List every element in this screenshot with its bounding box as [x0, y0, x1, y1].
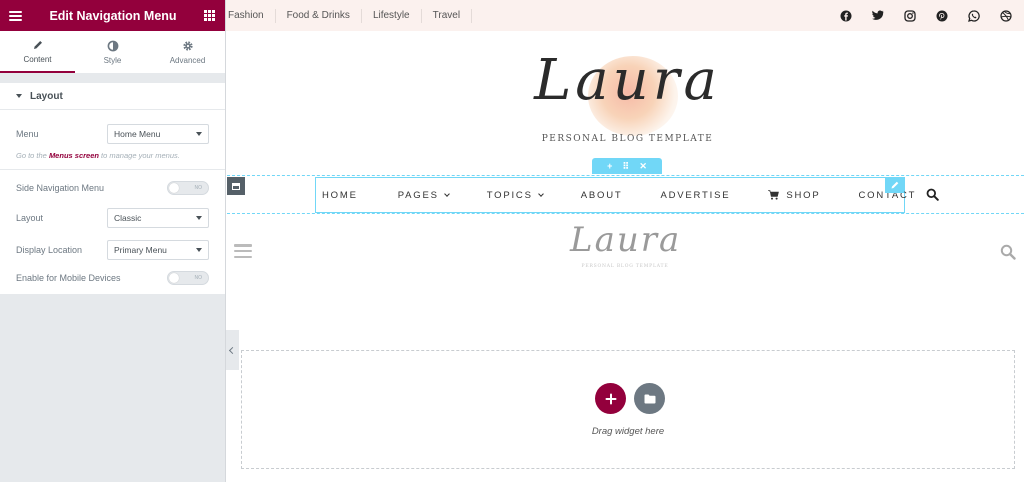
close-icon[interactable]: ✕ — [639, 161, 647, 172]
widget-controls: + ⠿ ✕ — [592, 158, 662, 174]
move-handle-icon[interactable]: ⠿ — [623, 161, 630, 172]
tab-content[interactable]: Content — [0, 31, 75, 73]
search-icon[interactable] — [926, 188, 940, 202]
tab-advanced-label: Advanced — [169, 56, 206, 65]
elementor-editor: Edit Navigation Menu Content Style Advan… — [0, 0, 1024, 482]
layout-section-header[interactable]: Layout — [0, 83, 225, 110]
chevron-down-icon — [196, 216, 202, 220]
chevron-down-icon — [196, 248, 202, 252]
display-location-value: Primary Menu — [114, 245, 167, 255]
toggle-knob — [169, 273, 179, 283]
side-nav-toggle[interactable]: NO — [167, 181, 209, 195]
top-bar: Fashion Food & Drinks Lifestyle Travel — [226, 0, 1024, 31]
cart-icon — [768, 190, 780, 200]
panel-header: Edit Navigation Menu — [0, 0, 225, 31]
nav-item-topics[interactable]: TOPICS — [487, 190, 544, 201]
add-new-section-button[interactable] — [595, 383, 626, 414]
layout-select[interactable]: Classic — [107, 208, 209, 228]
side-nav-row: Side Navigation Menu NO — [16, 181, 209, 195]
logo-tagline: PERSONAL BLOG TEMPLATE — [541, 134, 714, 144]
nav-item-advertise[interactable]: ADVERTISE — [660, 190, 730, 201]
display-location-select[interactable]: Primary Menu — [107, 240, 209, 260]
menu-label: Menu — [16, 129, 39, 139]
menus-hint: Go to the Menus screen to manage your me… — [16, 151, 180, 160]
plus-icon — [605, 393, 616, 404]
tab-style[interactable]: Style — [75, 31, 150, 73]
nav-item-pages[interactable]: PAGES — [398, 190, 450, 201]
tab-content-label: Content — [23, 55, 52, 64]
layout-select-value: Classic — [114, 213, 142, 223]
mobile-menu-icon[interactable] — [234, 244, 252, 258]
mobile-header-preview: Laura PERSONAL BLOG TEMPLATE — [226, 220, 1024, 280]
layout-label: Layout — [16, 213, 44, 223]
topbar-category-link[interactable]: Fashion — [226, 8, 276, 23]
add-template-button[interactable] — [634, 383, 665, 414]
nav-item-about[interactable]: ABOUT — [581, 190, 623, 201]
chevron-down-icon — [196, 132, 202, 136]
display-location-row: Display Location Primary Menu — [16, 240, 209, 260]
site-logo[interactable]: Laura PERSONAL BLOG TEMPLATE — [520, 48, 735, 158]
navigation-menu-widget[interactable]: HOME PAGES TOPICS ABOUT ADVERTISE SHOP C… — [315, 177, 914, 213]
nav-item-shop[interactable]: SHOP — [768, 190, 820, 201]
folder-icon — [644, 394, 655, 403]
drag-widget-label: Drag widget here — [591, 426, 665, 437]
empty-section-dropzone[interactable]: Drag widget here — [241, 350, 1015, 469]
mobile-logo-tagline: PERSONAL BLOG TEMPLATE — [581, 264, 669, 269]
mobile-toggle[interactable]: NO — [167, 271, 209, 285]
toggle-state: NO — [194, 185, 203, 191]
chevron-down-icon — [443, 190, 450, 197]
mobile-row: Enable for Mobile Devices NO — [16, 271, 209, 285]
tab-advanced[interactable]: Advanced — [150, 31, 225, 73]
mobile-label: Enable for Mobile Devices — [16, 273, 121, 283]
social-links — [840, 9, 1024, 22]
edit-widget-pencil-icon[interactable] — [885, 177, 904, 193]
chevron-left-icon — [228, 346, 237, 354]
logo-text: Laura — [534, 48, 721, 113]
menu-row: Menu Home Menu — [16, 124, 209, 144]
dribbble-icon[interactable] — [1000, 9, 1012, 22]
layout-row: Layout Classic — [16, 208, 209, 228]
pinterest-icon[interactable] — [936, 10, 948, 22]
column-handle-icon[interactable] — [227, 177, 245, 195]
contrast-icon — [107, 39, 119, 52]
layout-section-body: Menu Home Menu Go to the Menus screen to… — [0, 124, 225, 294]
divider — [0, 169, 225, 170]
layout-section-title: Layout — [30, 90, 63, 102]
side-nav-label: Side Navigation Menu — [16, 183, 105, 193]
menus-screen-link[interactable]: Menus screen — [49, 151, 99, 160]
topbar-category-link[interactable]: Food & Drinks — [276, 8, 362, 23]
caret-down-icon — [16, 94, 22, 98]
nav-item-home[interactable]: HOME — [322, 190, 358, 201]
facebook-icon[interactable] — [840, 10, 852, 22]
panel-title: Edit Navigation Menu — [49, 8, 177, 23]
widgets-grid-icon[interactable] — [204, 10, 215, 21]
tab-style-label: Style — [103, 56, 122, 65]
instagram-icon[interactable] — [904, 9, 916, 22]
add-section-icon[interactable]: + — [607, 161, 612, 171]
editor-panel: Edit Navigation Menu Content Style Advan… — [0, 0, 226, 482]
menu-select-value: Home Menu — [114, 129, 161, 139]
twitter-icon[interactable] — [872, 10, 884, 22]
topbar-category-link[interactable]: Travel — [422, 8, 473, 23]
toggle-state: NO — [194, 275, 203, 281]
chevron-down-icon — [537, 190, 544, 197]
menu-select[interactable]: Home Menu — [107, 124, 209, 144]
hamburger-menu-icon[interactable] — [9, 10, 22, 21]
whatsapp-icon[interactable] — [968, 9, 980, 22]
display-location-label: Display Location — [16, 245, 83, 255]
mobile-logo-text: Laura — [570, 220, 682, 260]
pencil-icon — [32, 38, 44, 51]
collapse-panel-handle[interactable] — [226, 330, 239, 370]
panel-tabs: Content Style Advanced — [0, 31, 225, 74]
toggle-knob — [169, 183, 179, 193]
layout-section: Layout Menu Home Menu Go to the Menus sc… — [0, 83, 225, 294]
gear-icon — [182, 39, 194, 52]
search-icon[interactable] — [1000, 244, 1016, 260]
dropzone-buttons — [595, 383, 665, 414]
topbar-category-link[interactable]: Lifestyle — [362, 8, 422, 23]
